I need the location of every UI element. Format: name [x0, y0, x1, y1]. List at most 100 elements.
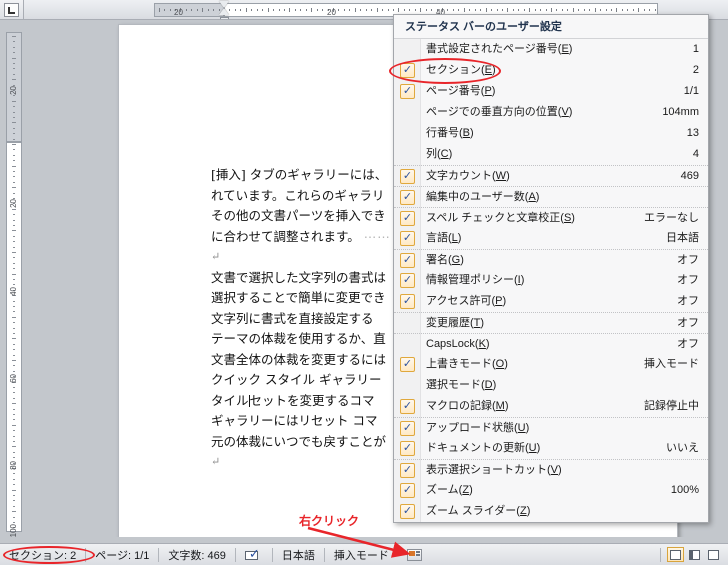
vruler-tick: [13, 495, 15, 496]
context-menu-item[interactable]: ✓ セクション(E) 2: [394, 60, 708, 81]
context-menu-item[interactable]: 選択モード(D): [394, 375, 708, 396]
ruler-tick: [246, 8, 247, 12]
menu-item-checkbox[interactable]: ✓: [394, 354, 421, 375]
menu-item-checkbox[interactable]: ✓: [394, 501, 421, 522]
vruler-tick: [13, 171, 15, 172]
indent-marker[interactable]: [219, 1, 230, 19]
spell-check-icon[interactable]: ✓: [236, 544, 272, 565]
vruler-tick: [13, 387, 15, 388]
ruler-tick: [420, 8, 421, 12]
menu-item-checkbox[interactable]: ✓: [394, 81, 421, 102]
full-screen-reading-view-icon[interactable]: [686, 547, 703, 562]
context-menu-item[interactable]: ✓ 上書きモード(O) 挿入モード: [394, 354, 708, 375]
context-menu-item[interactable]: ✓ マクロの記録(M) 記録停止中: [394, 396, 708, 417]
menu-item-checkbox[interactable]: ✓: [394, 418, 421, 439]
context-menu-item[interactable]: 変更履歴(T) オフ: [394, 312, 708, 333]
context-menu-item[interactable]: ✓ 文字カウント(W) 469: [394, 165, 708, 186]
vruler-tick: [13, 436, 15, 437]
menu-item-checkbox[interactable]: ✓: [394, 208, 421, 229]
status-word-count[interactable]: 文字数: 469: [159, 544, 234, 565]
menu-item-checkbox[interactable]: ✓: [394, 438, 421, 459]
vruler-tick: [13, 414, 15, 415]
menu-item-checkbox[interactable]: ✓: [394, 187, 421, 208]
check-icon-empty: [400, 316, 415, 331]
vruler-tick: [13, 430, 15, 431]
ruler-tick: [415, 9, 416, 11]
check-icon: ✓: [400, 420, 415, 436]
context-menu-item[interactable]: 書式設定されたページ番号(E) 1: [394, 39, 708, 60]
menu-item-checkbox[interactable]: ✓: [394, 270, 421, 291]
menu-item-label: 列(C): [426, 148, 453, 160]
ruler-tick: [529, 8, 530, 12]
vruler-tick: [13, 392, 15, 393]
menu-item-checkbox[interactable]: [394, 123, 421, 144]
status-view-controls[interactable]: [660, 544, 728, 565]
context-menu-item[interactable]: ✓ ズーム スライダー(Z): [394, 501, 708, 522]
menu-item-checkbox[interactable]: ✓: [394, 396, 421, 417]
menu-item-value: オフ: [677, 337, 699, 350]
language-bar-icon[interactable]: [398, 544, 432, 565]
context-menu-item[interactable]: ページでの垂直方向の位置(V) 104mm: [394, 102, 708, 123]
menu-item-checkbox[interactable]: ✓: [394, 291, 421, 312]
web-layout-glyph: [708, 550, 719, 560]
ruler-tick: [355, 8, 356, 12]
context-menu-item[interactable]: ✓ 編集中のユーザー数(A): [394, 186, 708, 207]
context-menu-item[interactable]: ✓ 言語(L) 日本語: [394, 228, 708, 249]
context-menu-item[interactable]: ✓ ドキュメントの更新(U) いいえ: [394, 438, 708, 459]
menu-item-checkbox[interactable]: ✓: [394, 250, 421, 271]
context-menu-item[interactable]: ✓ アップロード状態(U): [394, 417, 708, 438]
context-menu-item[interactable]: ✓ 情報管理ポリシー(I) オフ: [394, 270, 708, 291]
menu-item-checkbox[interactable]: ✓: [394, 166, 421, 187]
spell-check-glyph: ✓: [244, 547, 263, 562]
context-menu-item[interactable]: ✓ 表示選択ショートカット(V): [394, 459, 708, 480]
vruler-tick: [13, 441, 15, 442]
vruler-tick: [13, 74, 15, 75]
status-language[interactable]: 日本語: [273, 544, 324, 565]
menu-item-label: 行番号(B): [426, 127, 474, 139]
context-menu-item[interactable]: CapsLock(K) オフ: [394, 333, 708, 354]
context-menu-item-list[interactable]: 書式設定されたページ番号(E) 1 ✓ セクション(E) 2 ✓ ページ番号(P) 1/1 ペー…: [394, 39, 708, 522]
ruler-tick: [606, 9, 607, 11]
context-menu-item[interactable]: 列(C) 4: [394, 144, 708, 165]
status-bar[interactable]: セクション: 2 ページ: 1/1 文字数: 469 ✓ 日本語 挿入モード: [0, 543, 728, 565]
status-insert-mode[interactable]: 挿入モード: [325, 544, 398, 565]
vruler-tick: [12, 425, 16, 426]
menu-item-checkbox[interactable]: [394, 375, 421, 396]
vruler-tick: [13, 328, 15, 329]
menu-item-checkbox[interactable]: [394, 102, 421, 123]
vertical-ruler[interactable]: 20 20 40 60 80 100: [6, 24, 22, 537]
context-menu-item[interactable]: ✓ スペル チェックと文章校正(S) エラーなし: [394, 207, 708, 228]
menu-item-checkbox[interactable]: [394, 334, 421, 355]
first-line-indent-icon[interactable]: [219, 1, 229, 8]
context-menu-item[interactable]: 行番号(B) 13: [394, 123, 708, 144]
ruler-tick: [186, 9, 187, 11]
left-tab-stop-icon[interactable]: [4, 3, 19, 17]
ruler-tick: [295, 9, 296, 11]
menu-item-checkbox[interactable]: [394, 144, 421, 165]
menu-item-checkbox[interactable]: [394, 313, 421, 334]
status-bar-context-menu[interactable]: ステータス バーのユーザー設定 書式設定されたページ番号(E) 1 ✓ セクション(E…: [393, 14, 709, 523]
vruler-number: 40: [9, 287, 18, 296]
status-section[interactable]: セクション: 2: [0, 544, 85, 565]
status-page[interactable]: ページ: 1/1: [86, 544, 158, 565]
ruler-tick: [398, 8, 399, 12]
context-menu-item[interactable]: ✓ ページ番号(P) 1/1: [394, 81, 708, 102]
vruler-tick: [13, 160, 15, 161]
print-layout-view-icon[interactable]: [667, 547, 684, 562]
menu-item-checkbox[interactable]: ✓: [394, 60, 421, 81]
menu-item-checkbox[interactable]: ✓: [394, 480, 421, 501]
context-menu-item[interactable]: ✓ アクセス許可(P) オフ: [394, 291, 708, 312]
menu-item-label: セクション(E): [426, 64, 496, 76]
vruler-number: 60: [9, 374, 18, 383]
menu-item-checkbox[interactable]: ✓: [394, 460, 421, 481]
ruler-tick: [578, 9, 579, 11]
menu-item-checkbox[interactable]: ✓: [394, 228, 421, 249]
vruler-tick: [12, 446, 16, 447]
hanging-indent-icon[interactable]: [219, 8, 229, 15]
menu-item-checkbox[interactable]: [394, 39, 421, 60]
vruler-tick: [13, 452, 15, 453]
ruler-tick: [273, 9, 274, 11]
context-menu-item[interactable]: ✓ 署名(G) オフ: [394, 249, 708, 270]
context-menu-item[interactable]: ✓ ズーム(Z) 100%: [394, 480, 708, 501]
web-layout-view-icon[interactable]: [705, 547, 722, 562]
